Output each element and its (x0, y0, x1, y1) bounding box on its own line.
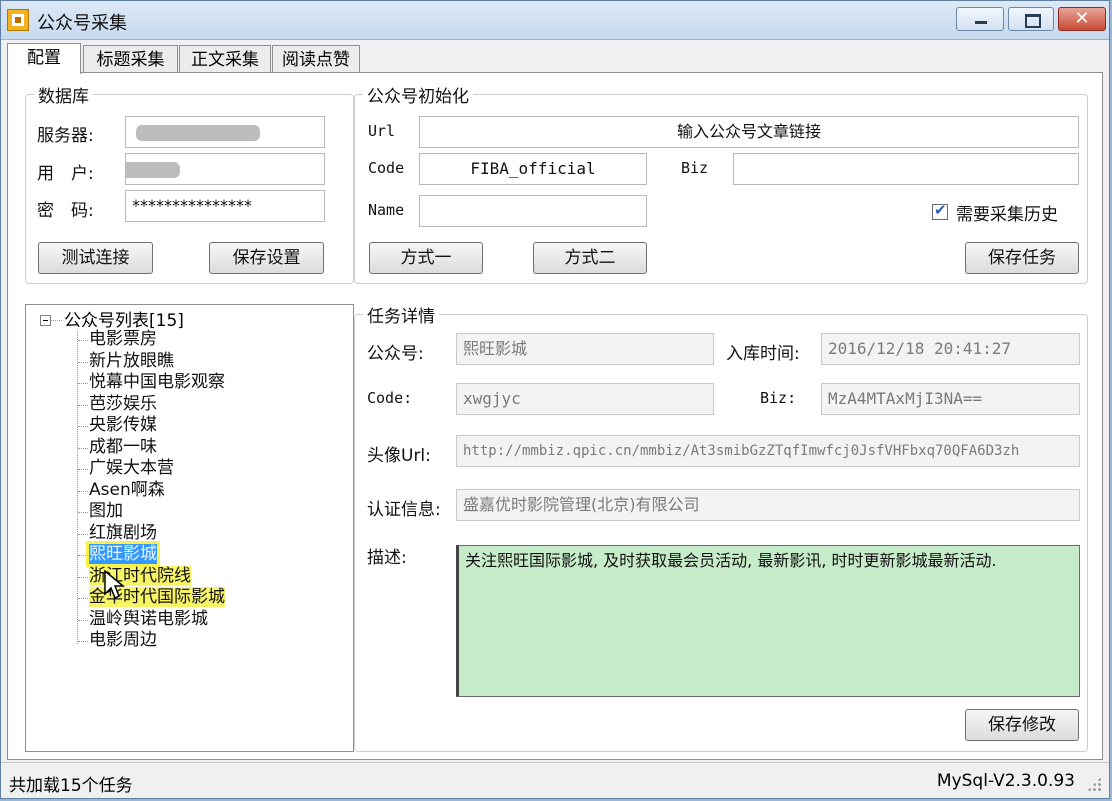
save-settings-button[interactable]: 保存设置 (209, 242, 324, 274)
user-label: 用 户: (37, 164, 94, 184)
avatar-url-field[interactable]: http://mmbiz.qpic.cn/mmbiz/At3smibGzZTqf… (456, 435, 1080, 467)
tab-title-collect[interactable]: 标题采集 (83, 45, 178, 73)
tree-item[interactable]: Asen啊森 (89, 480, 165, 500)
tree-line (78, 426, 88, 427)
maximize-button[interactable] (1008, 7, 1054, 31)
account-tree[interactable]: 公众号列表[15] 电影票房 新片放眼瞧 悦幕中国电影观察 芭莎娱乐 央影传媒 成都一味广… (25, 304, 354, 752)
password-input[interactable]: *************** (125, 190, 325, 222)
config-panel: 数据库 服务器: 用 户: 密 码: *************** 测试连接 … (7, 72, 1103, 760)
tree-item[interactable]: 电影票房 (89, 329, 157, 349)
tree-item[interactable]: 熙旺影城 (89, 544, 157, 564)
detail-code-label: Code: (367, 389, 413, 407)
method-two-button[interactable]: 方式二 (533, 242, 647, 274)
tree-item[interactable]: 新片放眼瞧 (89, 351, 174, 371)
redacted-user (126, 162, 180, 178)
time-label: 入库时间: (726, 344, 800, 364)
account-field[interactable]: 熙旺影城 (456, 333, 714, 365)
auth-field[interactable]: 盛嘉优时影院管理(北京)有限公司 (456, 489, 1080, 521)
url-input[interactable]: 输入公众号文章链接 (419, 116, 1079, 148)
mouse-cursor-icon (104, 570, 126, 600)
tree-line (78, 447, 88, 449)
tree-item[interactable]: 央影传媒 (89, 415, 157, 435)
tree-line (51, 320, 62, 321)
tree-item[interactable]: 温岭舆诺电影城 (89, 609, 208, 629)
detail-code-field[interactable]: xwgjyc (456, 383, 714, 415)
user-input[interactable] (125, 153, 325, 185)
desc-textarea[interactable]: 关注熙旺国际影城, 及时获取最会员活动, 最新影讯, 时时更新影城最新活动. (456, 545, 1080, 697)
status-bar: 共加载15个任务 MySql-V2.3.0.93 (1, 762, 1109, 798)
minimize-button[interactable] (956, 7, 1004, 31)
tree-item[interactable]: 芭莎娱乐 (89, 394, 157, 414)
tree-item[interactable]: 成都一味 (89, 437, 157, 457)
tree-item[interactable]: 广娱大本营 (89, 458, 174, 478)
url-label: Url (368, 122, 396, 140)
tree-item[interactable]: 电影周边 (89, 630, 157, 650)
auth-label: 认证信息: (367, 500, 441, 520)
tab-read-like[interactable]: 阅读点赞 (272, 45, 360, 73)
database-legend: 数据库 (34, 82, 93, 107)
init-legend: 公众号初始化 (363, 82, 473, 107)
tree-line (78, 404, 88, 406)
tree-line (78, 555, 88, 556)
tree-item[interactable]: 图加 (89, 501, 123, 521)
save-task-button[interactable]: 保存任务 (965, 242, 1079, 274)
tree-line (78, 361, 88, 363)
close-button[interactable]: ✕ (1058, 7, 1106, 31)
server-label: 服务器: (37, 126, 94, 146)
password-label: 密 码: (37, 201, 94, 221)
title-bar[interactable]: 公众号采集 ✕ (1, 1, 1109, 40)
history-checkbox[interactable]: ✔ (932, 201, 948, 220)
close-icon: ✕ (1074, 8, 1090, 29)
tree-line (78, 619, 88, 621)
account-label: 公众号: (367, 344, 424, 364)
name-input[interactable] (419, 195, 647, 227)
biz-label: Biz (681, 159, 709, 177)
tab-body-collect[interactable]: 正文采集 (179, 45, 271, 73)
tree-line (78, 340, 88, 341)
save-changes-button[interactable]: 保存修改 (965, 709, 1079, 741)
tree-line (78, 641, 88, 642)
tree-item[interactable]: 悦幕中国电影观察 (89, 372, 225, 392)
tree-line (78, 598, 88, 599)
status-version: MySql-V2.3.0.93 (936, 771, 1075, 791)
tab-config[interactable]: 配置 (7, 43, 81, 74)
test-connection-button[interactable]: 测试连接 (38, 242, 153, 274)
resize-grip-icon[interactable] (1087, 777, 1101, 791)
history-label[interactable]: 需要采集历史 (956, 200, 1058, 225)
tree-line (78, 533, 88, 535)
maximize-icon (1025, 14, 1041, 28)
status-task-count: 共加载15个任务 (9, 776, 133, 796)
minimize-icon (975, 21, 987, 24)
avatar-url-label: 头像Url: (367, 446, 431, 466)
database-group: 数据库 服务器: 用 户: 密 码: *************** 测试连接 … (25, 82, 354, 284)
tree-line (78, 383, 88, 384)
tree-root[interactable]: 公众号列表[15] (64, 306, 184, 331)
name-label: Name (368, 201, 405, 219)
tree-line (78, 469, 88, 470)
time-field[interactable]: 2016/12/18 20:41:27 (821, 333, 1080, 365)
method-one-button[interactable]: 方式一 (369, 242, 483, 274)
code-label: Code (368, 159, 405, 177)
redacted-server (136, 125, 260, 141)
server-input[interactable] (125, 116, 325, 148)
window-title: 公众号采集 (37, 13, 127, 34)
code-input[interactable]: FIBA_official (419, 153, 647, 185)
app-icon (7, 9, 29, 31)
init-group: 公众号初始化 Url 输入公众号文章链接 Code FIBA_official … (354, 82, 1088, 284)
tree-item[interactable]: 红旗剧场 (89, 523, 157, 543)
biz-input[interactable] (733, 153, 1079, 185)
desc-label: 描述: (367, 548, 407, 568)
collapse-icon[interactable] (40, 315, 51, 326)
tree-line (78, 490, 88, 492)
check-icon: ✔ (934, 201, 947, 219)
tree-line (78, 576, 88, 578)
details-legend: 任务详情 (363, 302, 439, 327)
tree-line (78, 512, 88, 513)
detail-biz-field[interactable]: MzA4MTAxMjI3NA== (821, 383, 1080, 415)
detail-biz-label: Biz: (760, 389, 797, 407)
main-window: 公众号采集 ✕ 配置 标题采集 正文采集 阅读点赞 数据库 服务器: 用 户: … (0, 0, 1110, 799)
